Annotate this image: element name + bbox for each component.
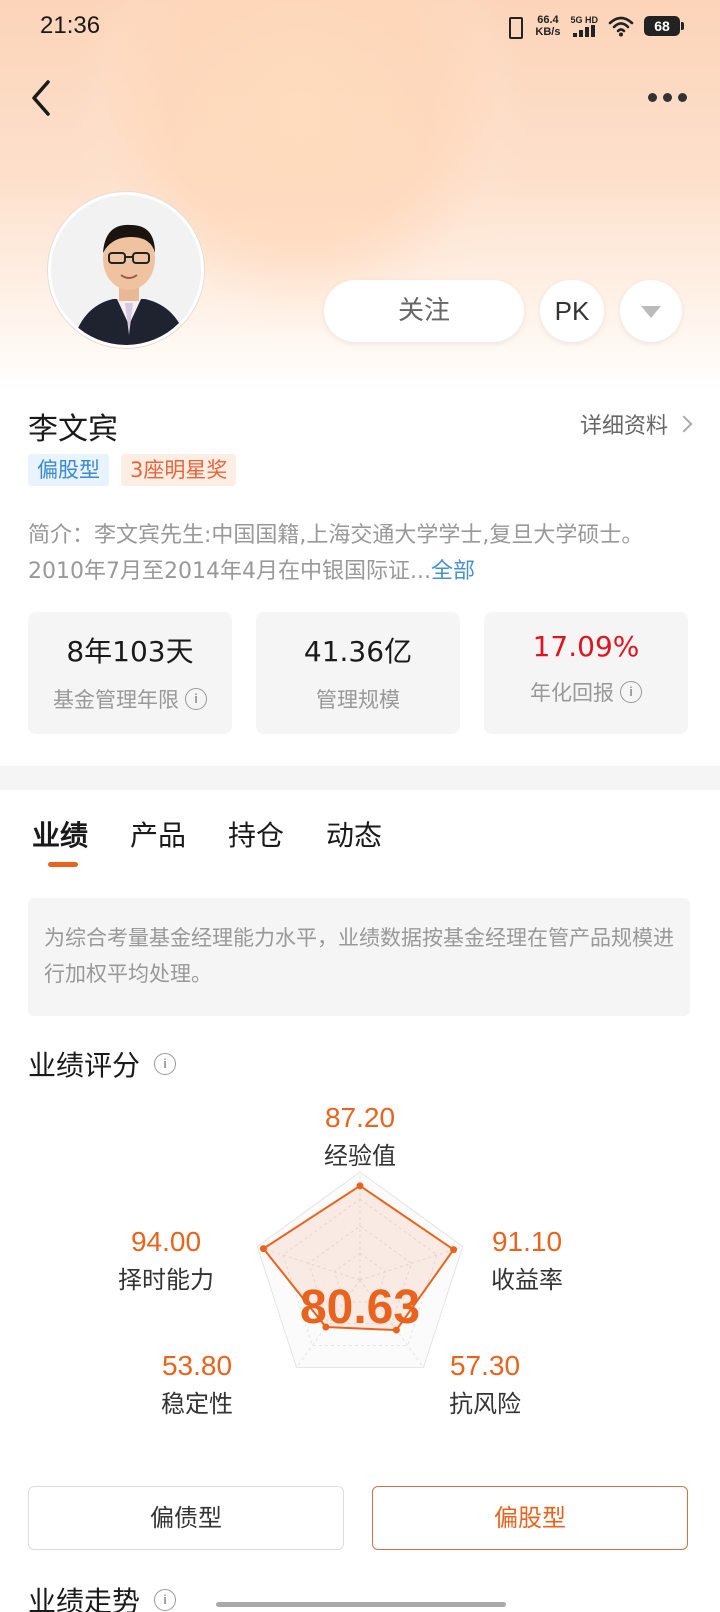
score-section-title: 业绩评分 i: [28, 1044, 177, 1084]
score-radar-chart: 87.20 经验值 91.10 收益率 57.30 抗风险 53.80 稳定性 …: [0, 1100, 720, 1440]
radar-point: [259, 1245, 267, 1253]
dropdown-button[interactable]: [620, 280, 682, 342]
manager-name: 李文宾: [28, 412, 118, 447]
back-button[interactable]: [24, 76, 64, 120]
info-icon[interactable]: i: [154, 1053, 177, 1075]
detail-link[interactable]: 详细资料: [580, 408, 693, 440]
info-icon[interactable]: i: [185, 688, 207, 710]
network-speed: 66.4 KB/s: [535, 14, 561, 38]
info-icon[interactable]: i: [154, 1589, 177, 1611]
manager-photo: [51, 195, 201, 345]
weighting-notice: 为综合考量基金经理能力水平，业绩数据按基金经理在管产品规模进行加权平均处理。: [28, 898, 690, 1016]
info-icon[interactable]: i: [620, 681, 642, 703]
signal-icon: 5G HD: [570, 15, 598, 37]
radar-point: [450, 1246, 458, 1254]
status-icons: 66.4 KB/s 5G HD 68: [503, 14, 684, 39]
dot-icon: [648, 92, 657, 102]
radar-dim-return: 91.10 收益率: [491, 1226, 563, 1294]
stat-card-aum: 41.36亿 管理规模: [256, 612, 460, 734]
battery-icon: 68: [644, 16, 684, 36]
total-score: 80.63: [299, 1281, 421, 1334]
section-divider: [0, 766, 720, 790]
intro-expand-link[interactable]: 全部: [431, 559, 475, 584]
tab-bar: 业绩 产品 持仓 动态: [32, 814, 382, 867]
chevron-right-icon: [675, 415, 693, 433]
tab-holdings[interactable]: 持仓: [228, 814, 284, 854]
radar-point: [356, 1182, 364, 1190]
radar-dim-risk: 57.30 抗风险: [449, 1350, 521, 1418]
equity-type-button[interactable]: 偏股型: [372, 1486, 688, 1550]
trend-section-title: 业绩走势 i: [28, 1580, 177, 1612]
stat-card-return: 17.09% 年化回报 i: [484, 612, 688, 734]
bond-type-button[interactable]: 偏债型: [28, 1486, 344, 1550]
dot-icon: [663, 92, 672, 102]
stat-card-tenure: 8年103天 基金管理年限 i: [28, 612, 232, 734]
vibrate-icon: [503, 15, 525, 39]
dot-icon: [678, 92, 687, 102]
follow-button[interactable]: 关注: [324, 280, 524, 342]
radar-dim-timing: 94.00 择时能力: [118, 1226, 214, 1294]
manager-intro: 简介：李文宾先生:中国国籍,上海交通大学学士,复旦大学硕士。2010年7月至20…: [28, 523, 644, 584]
home-indicator: [216, 1602, 506, 1607]
more-options-button[interactable]: [648, 86, 692, 108]
wifi-icon: [608, 16, 634, 37]
manager-tags: 偏股型 3座明星奖: [28, 454, 237, 486]
tab-products[interactable]: 产品: [130, 814, 186, 854]
radar-dim-stability: 53.80 稳定性: [161, 1350, 233, 1418]
avatar: [48, 192, 204, 348]
tab-performance[interactable]: 业绩: [32, 814, 88, 854]
tag-award: 3座明星奖: [121, 454, 237, 486]
status-time: 21:36: [40, 12, 101, 39]
status-bar: 21:36 66.4 KB/s 5G HD 68: [0, 0, 720, 56]
tab-news[interactable]: 动态: [326, 814, 382, 854]
tag-fund-style: 偏股型: [28, 454, 109, 486]
radar-dim-experience: 87.20 经验值: [324, 1102, 396, 1170]
active-tab-indicator: [48, 862, 78, 867]
pk-button[interactable]: PK: [540, 280, 604, 342]
